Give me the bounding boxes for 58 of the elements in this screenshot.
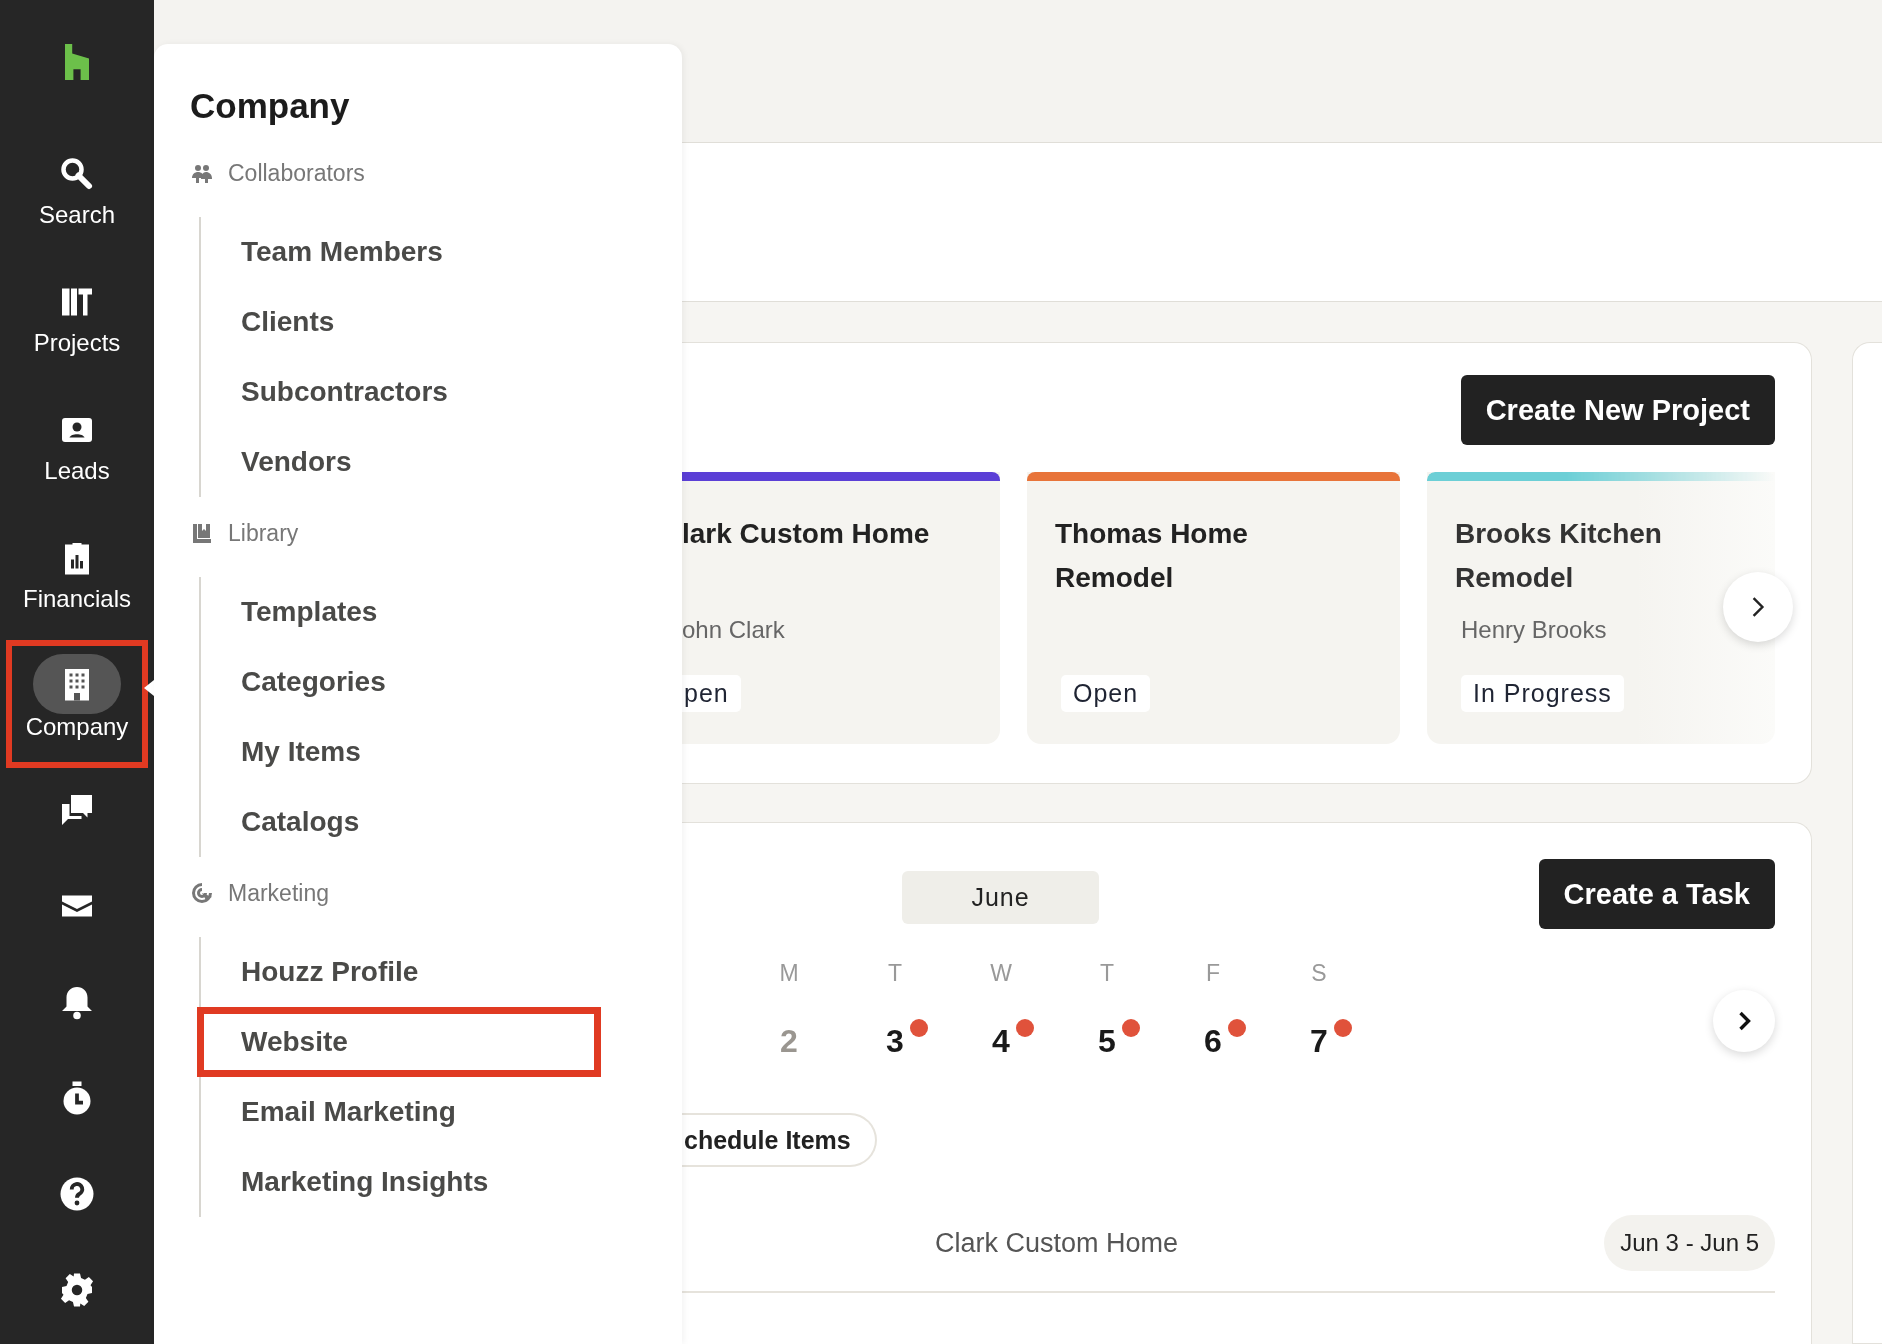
status-tag: Open xyxy=(1061,675,1151,712)
date-button[interactable]: 5 xyxy=(1098,1022,1116,1060)
nav-item[interactable]: Company xyxy=(6,640,148,768)
chevron-right-icon xyxy=(1737,1011,1751,1031)
date-button[interactable]: 6 xyxy=(1204,1022,1222,1060)
date-button[interactable]: 3 xyxy=(886,1022,904,1060)
section-heading: Collaborators xyxy=(228,159,365,187)
chat-bubbles-icon xyxy=(59,792,95,828)
weekday-label: W xyxy=(989,959,1013,987)
menu-item[interactable]: Vendors xyxy=(197,427,601,497)
menu-item[interactable]: Templates xyxy=(197,577,601,647)
date-range-tag: Jun 3 - Jun 5 xyxy=(1604,1215,1775,1271)
menu-item[interactable]: Clients xyxy=(197,287,601,357)
menu-item[interactable]: Website xyxy=(197,1007,601,1077)
target-cursor-icon xyxy=(190,881,214,905)
search-icon xyxy=(59,156,95,192)
weekday-label: S xyxy=(1310,959,1328,987)
next-week-button[interactable] xyxy=(1713,990,1775,1052)
menu-item[interactable]: Houzz Profile xyxy=(197,937,601,1007)
weekday-label: T xyxy=(886,959,904,987)
book-icon xyxy=(190,521,214,545)
logo-icon[interactable] xyxy=(62,44,92,80)
project-title: Brooks Kitchen Remodel xyxy=(1455,517,1663,595)
menu-item[interactable]: Marketing Insights xyxy=(197,1147,601,1217)
create-project-button[interactable]: Create New Project xyxy=(1460,375,1775,445)
status-tag: pen xyxy=(682,675,741,712)
nav-item[interactable]: Financials xyxy=(6,512,148,640)
project-card[interactable]: Thomas Home Remodel Open xyxy=(1027,472,1400,744)
settings-icon xyxy=(59,1272,95,1308)
date-button[interactable]: 7 xyxy=(1310,1022,1328,1060)
menu-item[interactable]: Catalogs xyxy=(197,787,601,857)
project-title: Thomas Home Remodel xyxy=(1055,517,1249,595)
menu-item[interactable]: Categories xyxy=(197,647,601,717)
menu-item[interactable]: Team Members xyxy=(197,217,601,287)
weekday-label: M xyxy=(778,959,800,987)
menu-item[interactable]: Subcontractors xyxy=(197,357,601,427)
date-button[interactable]: 4 xyxy=(992,1022,1010,1060)
menu-title: Company xyxy=(190,85,351,127)
section-heading: Library xyxy=(228,519,299,547)
status-tag: In Progress xyxy=(1461,675,1624,712)
project-title: lark Custom Home xyxy=(682,517,931,551)
nav-item[interactable]: Projects xyxy=(6,256,148,384)
event-title: Clark Custom Home xyxy=(935,1227,1179,1259)
project-card[interactable]: lark Custom Home ohn Clark pen xyxy=(682,472,1000,744)
weekday-label: T xyxy=(1098,959,1116,987)
nav-item[interactable]: Leads xyxy=(6,384,148,512)
project-card[interactable]: Brooks Kitchen Remodel Henry Brooks In Progress xyxy=(1427,472,1775,744)
menu-item[interactable]: Email Marketing xyxy=(197,1077,601,1147)
help-icon xyxy=(59,1176,95,1212)
chevron-right-icon xyxy=(1751,596,1765,618)
create-task-button[interactable]: Create a Task xyxy=(1538,859,1775,929)
client-name: Henry Brooks xyxy=(1461,615,1607,645)
section-heading: Marketing xyxy=(228,879,329,907)
month-selector[interactable]: June xyxy=(902,870,1099,924)
nav-item[interactable]: Search xyxy=(6,128,148,256)
menu-item[interactable]: My Items xyxy=(197,717,601,787)
client-name: ohn Clark xyxy=(682,615,785,645)
weekday-label: F xyxy=(1204,959,1222,987)
